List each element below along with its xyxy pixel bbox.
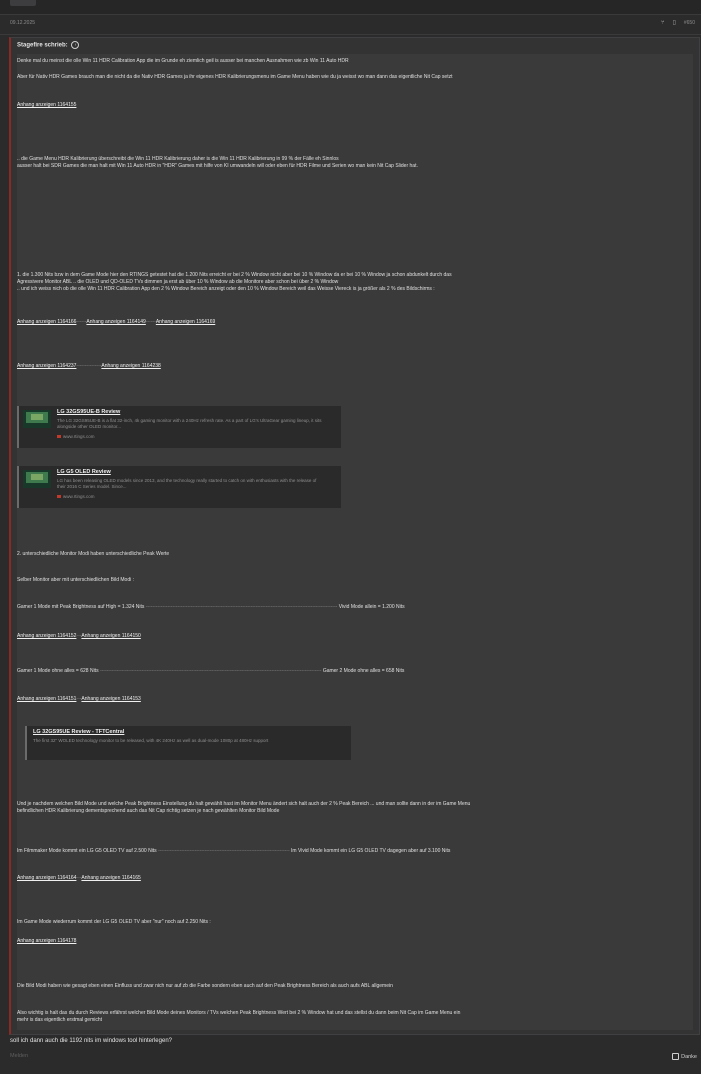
quote-paragraph: 2. unterschiedliche Monitor Modi haben u… [17, 551, 170, 557]
attachment-link[interactable]: Anhang anzeigen 1164149 [86, 319, 145, 325]
dash-separator: ----------------------------------------… [158, 848, 290, 854]
attachment-link[interactable]: Anhang anzeigen 1164150 [81, 633, 140, 639]
attachment-link[interactable]: Anhang anzeigen 1164164 [17, 875, 76, 881]
quote-paragraph: Im Game Mode wiederrum kommt der LG G5 O… [17, 919, 211, 925]
attachment-line: Anhang anzeigen 1164164---Anhang anzeige… [17, 875, 141, 882]
attachment-line: Anhang anzeigen 1164166------Anhang anze… [17, 319, 215, 326]
attachment-line: Anhang anzeigen 1164237---------------An… [17, 363, 161, 370]
attachment-link[interactable]: Anhang anzeigen 1164169 [156, 319, 215, 325]
quote-paragraph: befindlichen HDR Kalibrierung dementspre… [17, 808, 280, 814]
link-preview-card[interactable]: LG 32GS95UE-B Review The LG 32GS95UE-B i… [17, 406, 341, 448]
top-strip [0, 0, 701, 15]
attachment-link[interactable]: Anhang anzeigen 1164153 [81, 696, 140, 702]
quote-paragraph: Und je nachdem welchen Bild Mode und wel… [17, 801, 471, 807]
preview-title[interactable]: LG 32GS95UE-B Review [57, 409, 120, 415]
prev-post-badge [10, 0, 36, 6]
quote-block: Stagefire schrieb: ↑ Denke mal du meinst… [9, 37, 700, 1035]
preview-description: The first 32" WOLED technology monitor t… [33, 738, 269, 743]
bookmark-icon[interactable]: ▯ [673, 19, 676, 26]
dash-separator: ------ [76, 319, 87, 325]
flag-icon [57, 495, 61, 499]
attachment-link[interactable]: Anhang anzeigen 1164155 [17, 102, 76, 108]
quote-paragraph: mehr is das eigentlich erstmal gemicht [17, 1017, 103, 1023]
preview-source: www.rtings.com [57, 434, 95, 439]
quote-paragraph: Also wichtig is halt das du durch Review… [17, 1010, 461, 1016]
post-date[interactable]: 09.12.2025 [10, 20, 35, 26]
quote-author-label: Stagefire schrieb: [17, 42, 68, 49]
quote-paragraph: Im Filmmaker Mode kommt ein LG G5 OLED T… [17, 848, 451, 854]
report-link[interactable]: Melden [10, 1053, 28, 1059]
quote-paragraph: Die Bild Modi haben wie gesagt eben eine… [17, 983, 393, 989]
flag-icon [57, 435, 61, 439]
quote-paragraph: Denke mal du meinst die olle Win 11 HDR … [17, 58, 349, 64]
attachment-line: Anhang anzeigen 1164152---Anhang anzeige… [17, 633, 141, 640]
like-label: Danke [681, 1053, 697, 1060]
preview-title[interactable]: LG G5 OLED Review [57, 469, 111, 475]
attachment-link[interactable]: Anhang anzeigen 1164151 [17, 696, 76, 702]
quote-paragraph: 1. die 1.300 Nits bzw in dem Game Mode h… [17, 272, 452, 278]
attachment-line: Anhang anzeigen 1164155 [17, 102, 76, 109]
quote-paragraph: .. die Game Menu HDR Kalibrierung übersc… [17, 156, 339, 162]
dash-separator: ----------------------------------------… [145, 604, 338, 610]
preview-source: www.rtings.com [57, 494, 95, 499]
attachment-link[interactable]: Anhang anzeigen 1164165 [81, 875, 140, 881]
preview-description: The LG 32GS95UE-B is a flat 32-inch, 4k … [57, 418, 322, 429]
preview-description: LG has been releasing OLED models since … [57, 478, 317, 489]
jump-to-quote-icon[interactable]: ↑ [71, 41, 80, 49]
quote-paragraph: Gamer 1 Mode ohne alles = 628 Nits -----… [17, 668, 405, 674]
attachment-line: Anhang anzeigen 1164151---Anhang anzeige… [17, 696, 141, 703]
post-header-actions: ⑂ ▯ #650 [661, 19, 695, 27]
preview-thumbnail [23, 470, 51, 488]
attachment-link[interactable]: Anhang anzeigen 1164152 [17, 633, 76, 639]
quote-paragraph: Gamer 1 Mode mit Peak Brightness auf Hig… [17, 604, 405, 610]
attachment-link[interactable]: Anhang anzeigen 1164178 [17, 938, 76, 944]
link-preview-card[interactable]: LG G5 OLED Review LG has been releasing … [17, 466, 341, 508]
forum-post: 09.12.2025 ⑂ ▯ #650 Stagefire schrieb: ↑… [0, 16, 701, 1074]
quote-paragraph: ausser halt bei SDR Games die man halt m… [17, 163, 418, 169]
quote-paragraph: Selber Monitor aber mit unterschiedliche… [17, 577, 134, 583]
quote-paragraph: Agressivere Monitor ABL .. die OLED und … [17, 279, 339, 285]
post-number[interactable]: #650 [684, 20, 695, 26]
attachment-line: Anhang anzeigen 1164178 [17, 938, 76, 945]
dash-separator: ----------------------------------------… [99, 668, 322, 674]
post-footer: Melden Danke [0, 1050, 701, 1074]
preview-thumbnail [23, 410, 51, 428]
preview-title[interactable]: LG 32GS95UE Review - TFTCentral [33, 729, 124, 735]
attachment-link[interactable]: Anhang anzeigen 1164238 [101, 363, 160, 369]
quote-paragraph: Aber für Nativ HDR Games brauch man die … [17, 74, 453, 80]
share-icon[interactable]: ⑂ [661, 20, 665, 26]
link-preview-card[interactable]: LG 32GS95UE Review - TFTCentral The firs… [25, 726, 351, 760]
post-header: 09.12.2025 ⑂ ▯ #650 [0, 16, 701, 35]
quote-paragraph: .. und ich weiss nich ob die olle Win 11… [17, 286, 435, 292]
quote-author[interactable]: Stagefire schrieb: ↑ [17, 41, 80, 49]
like-button[interactable]: Danke [672, 1053, 697, 1060]
dash-separator: --------------- [76, 363, 102, 369]
post-reply-text: soll ich dann auch die 1192 nits im wind… [10, 1038, 172, 1044]
attachment-link[interactable]: Anhang anzeigen 1164237 [17, 363, 76, 369]
thumbs-up-icon [672, 1053, 680, 1060]
attachment-link[interactable]: Anhang anzeigen 1164166 [17, 319, 76, 325]
dash-separator: ------ [145, 319, 156, 325]
quote-body: Denke mal du meinst die olle Win 11 HDR … [17, 54, 693, 1030]
